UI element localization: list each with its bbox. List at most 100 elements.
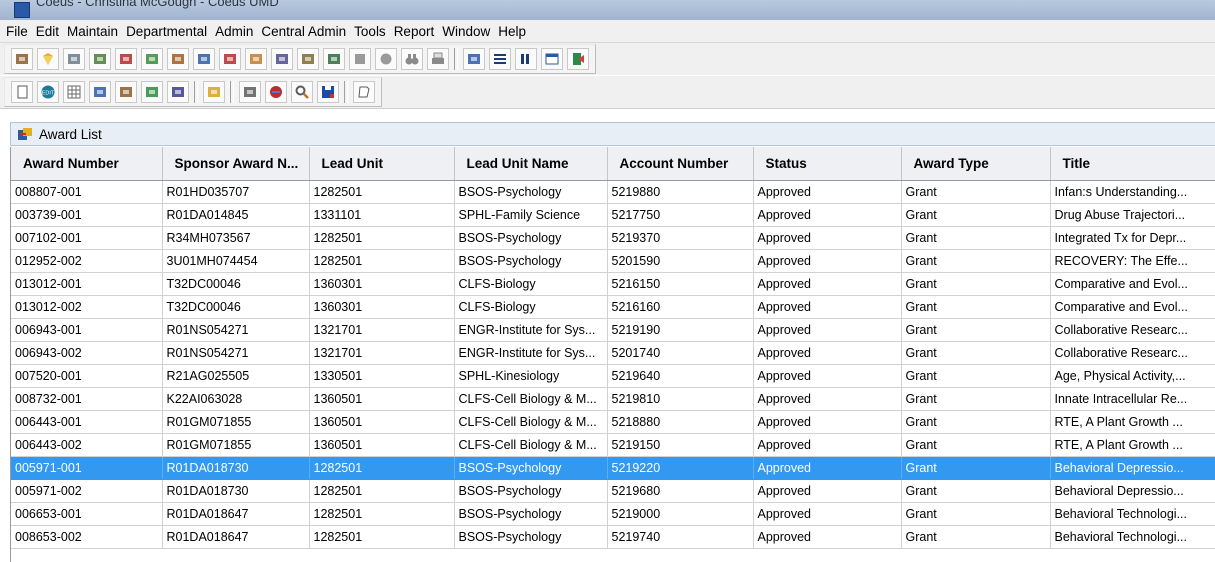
table-cell: Approved bbox=[753, 318, 902, 342]
table-cell: 1282501 bbox=[309, 502, 455, 526]
table-cell: 1360301 bbox=[309, 272, 455, 296]
menu-maintain[interactable]: Maintain bbox=[63, 24, 122, 39]
table-row[interactable]: 003739-001 R01DA014845 1331101 SPHL-Family … bbox=[11, 203, 1215, 227]
menu-help[interactable]: Help bbox=[494, 24, 530, 39]
main-toolbar bbox=[0, 43, 1215, 75]
gem-icon[interactable] bbox=[37, 48, 59, 70]
toolbar-separator bbox=[230, 81, 234, 103]
table-row[interactable]: 008732-001 K22AI063028 1360501 CLFS-Cell Bi… bbox=[11, 387, 1215, 411]
table-row[interactable]: 006653-001 R01DA018647 1282501 BSOS-Psychol… bbox=[11, 502, 1215, 526]
report-icon[interactable] bbox=[167, 81, 189, 103]
disabled-circle-icon[interactable] bbox=[375, 48, 397, 70]
table-cell: RTE, A Plant Growth ... bbox=[1050, 410, 1215, 434]
column-header-lead-unit[interactable]: Lead Unit bbox=[309, 147, 455, 181]
table-cell: 5201740 bbox=[607, 341, 754, 365]
stack-icon[interactable] bbox=[115, 48, 137, 70]
table-cell: 1360301 bbox=[309, 295, 455, 319]
org-chart-icon[interactable] bbox=[193, 48, 215, 70]
edit-formula-icon[interactable] bbox=[219, 48, 241, 70]
column-header-title[interactable]: Title bbox=[1050, 147, 1215, 181]
table-row[interactable]: 006943-001 R01NS054271 1321701 ENGR-Institu… bbox=[11, 318, 1215, 342]
table-cell: 1282501 bbox=[309, 180, 455, 204]
table-cell: 5219190 bbox=[607, 318, 754, 342]
group-icon[interactable] bbox=[297, 48, 319, 70]
sort-icon[interactable] bbox=[89, 48, 111, 70]
award-list-table-container[interactable]: Award Number Sponsor Award N... Lead Unit L… bbox=[10, 147, 1215, 562]
table-row[interactable]: 006943-002 R01NS054271 1321701 ENGR-Institu… bbox=[11, 341, 1215, 365]
binoculars-icon[interactable] bbox=[401, 48, 423, 70]
table-cell: Grant bbox=[901, 433, 1051, 457]
new-doc-icon[interactable] bbox=[11, 81, 33, 103]
menu-report[interactable]: Report bbox=[390, 24, 439, 39]
award-toolbar: EDIT bbox=[0, 76, 1215, 109]
grid-icon[interactable] bbox=[63, 81, 85, 103]
menu-central-admin[interactable]: Central Admin bbox=[257, 24, 350, 39]
column-header-lead-unit-name[interactable]: Lead Unit Name bbox=[454, 147, 608, 181]
columns-icon[interactable] bbox=[515, 48, 537, 70]
tree-icon[interactable] bbox=[245, 48, 267, 70]
table-cell: Comparative and Evol... bbox=[1050, 295, 1215, 319]
table-cell: 006443-002 bbox=[11, 433, 163, 457]
table-row[interactable]: 007520-001 R21AG025505 1330501 SPHL-Kinesio… bbox=[11, 364, 1215, 388]
table-cell: Grant bbox=[901, 456, 1051, 480]
column-header-status[interactable]: Status bbox=[753, 147, 902, 181]
copy-icon[interactable] bbox=[63, 48, 85, 70]
save-icon[interactable] bbox=[317, 81, 339, 103]
table-cell: BSOS-Psychology bbox=[454, 226, 608, 250]
table-cell: 012952-002 bbox=[11, 249, 163, 273]
search-icon[interactable] bbox=[291, 81, 313, 103]
hierarchy2-icon[interactable] bbox=[115, 81, 137, 103]
edit-icon[interactable]: EDIT bbox=[37, 81, 59, 103]
puzzle-icon[interactable] bbox=[203, 81, 225, 103]
team-icon[interactable] bbox=[167, 48, 189, 70]
column-header-award-type[interactable]: Award Type bbox=[901, 147, 1051, 181]
notepad-icon[interactable] bbox=[141, 81, 163, 103]
main-toolbar-group bbox=[4, 44, 596, 74]
table-row[interactable]: 005971-002 R01DA018730 1282501 BSOS-Psychol… bbox=[11, 479, 1215, 503]
menu-admin[interactable]: Admin bbox=[211, 24, 257, 39]
transfer-icon[interactable] bbox=[89, 81, 111, 103]
table-cell: Grant bbox=[901, 180, 1051, 204]
network-icon[interactable] bbox=[463, 48, 485, 70]
table-cell: 005971-001 bbox=[11, 456, 163, 480]
disabled-square-icon[interactable] bbox=[349, 48, 371, 70]
table-row[interactable]: 013012-001 T32DC00046 1360301 CLFS-Biology 5… bbox=[11, 272, 1215, 296]
column-header-award-number[interactable]: Award Number bbox=[11, 147, 163, 181]
table-row[interactable]: 006443-001 R01GM071855 1360501 CLFS-Cell Bi… bbox=[11, 410, 1215, 434]
delete-icon[interactable] bbox=[265, 81, 287, 103]
table-row[interactable]: 013012-002 T32DC00046 1360301 CLFS-Biology 5… bbox=[11, 295, 1215, 319]
hierarchy-icon[interactable] bbox=[323, 48, 345, 70]
person-money-icon[interactable] bbox=[141, 48, 163, 70]
award-icon[interactable] bbox=[11, 48, 33, 70]
exit-icon[interactable] bbox=[567, 48, 589, 70]
table-row[interactable]: 008807-001 R01HD035707 1282501 BSOS-Psychol… bbox=[11, 180, 1215, 204]
menu-departmental[interactable]: Departmental bbox=[122, 24, 211, 39]
menu-window[interactable]: Window bbox=[438, 24, 494, 39]
table-cell: 008653-002 bbox=[11, 525, 163, 549]
table-row[interactable]: 008653-002 R01DA018647 1282501 BSOS-Psychol… bbox=[11, 525, 1215, 549]
table-cell: Grant bbox=[901, 203, 1051, 227]
table-row[interactable]: 012952-002 3U01MH074454 1282501 BSOS-Psycho… bbox=[11, 249, 1215, 273]
table-cell: Approved bbox=[753, 502, 902, 526]
table-cell: 1331101 bbox=[309, 203, 455, 227]
users-icon[interactable] bbox=[271, 48, 293, 70]
menu-tools[interactable]: Tools bbox=[350, 24, 390, 39]
column-header-sponsor-award-n[interactable]: Sponsor Award N... bbox=[162, 147, 310, 181]
table-cell: Approved bbox=[753, 410, 902, 434]
table-row[interactable]: 005971-001 R01DA018730 1282501 BSOS-Psychol… bbox=[11, 456, 1215, 480]
award-list-titlebar[interactable]: Award List bbox=[10, 122, 1215, 146]
clip-icon[interactable] bbox=[239, 81, 261, 103]
table-row[interactable]: 006443-002 R01GM071855 1360501 CLFS-Cell Bi… bbox=[11, 433, 1215, 457]
printer-icon[interactable] bbox=[427, 48, 449, 70]
column-header-account-number[interactable]: Account Number bbox=[607, 147, 754, 181]
table-cell: Grant bbox=[901, 479, 1051, 503]
close-doc-icon[interactable] bbox=[353, 81, 375, 103]
window-icon[interactable] bbox=[541, 48, 563, 70]
menu-edit[interactable]: Edit bbox=[32, 24, 63, 39]
menu-file[interactable]: File bbox=[0, 24, 32, 39]
list-icon[interactable] bbox=[489, 48, 511, 70]
table-row[interactable]: 007102-001 R34MH073567 1282501 BSOS-Psychol… bbox=[11, 226, 1215, 250]
table-cell: CLFS-Cell Biology & M... bbox=[454, 433, 608, 457]
table-cell: 5219640 bbox=[607, 364, 754, 388]
window-titlebar[interactable]: Coeus - Christina McGough - Coeus UMD bbox=[0, 0, 1215, 20]
